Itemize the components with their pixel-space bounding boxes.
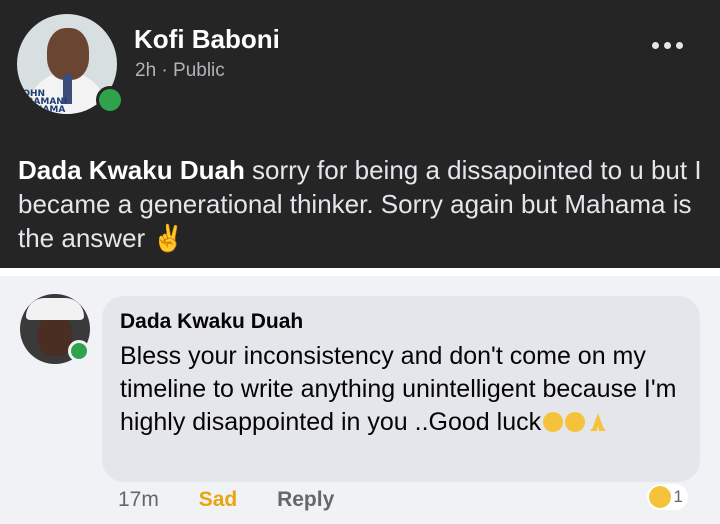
comment-actions: 17m Sad Reply (118, 488, 334, 512)
sad-reaction-icon (648, 486, 671, 508)
post-text: Dada Kwaku Duah sorry for being a dissap… (18, 153, 708, 255)
folded-hands-icon (590, 413, 607, 431)
avatar-hat (26, 298, 84, 320)
post-card: JOHN DRAMANI MAHAMA Kofi Baboni 2h · Pub… (0, 0, 720, 268)
comment-author[interactable]: Dada Kwaku Duah (120, 310, 303, 334)
post-meta: 2h · Public (135, 60, 225, 82)
comment-text-wrap: Bless your inconsistency and don't come … (120, 340, 690, 439)
victory-hand-icon: ✌ (152, 223, 185, 253)
comment-time[interactable]: 17m (118, 488, 159, 511)
comment-bubble: Dada Kwaku Duah Bless your inconsistency… (102, 296, 700, 482)
more-icon[interactable] (652, 36, 700, 56)
post-time[interactable]: 2h (135, 60, 156, 81)
online-dot-icon (96, 86, 124, 114)
post-author-name[interactable]: Kofi Baboni (134, 24, 280, 55)
reaction-count-badge[interactable]: 1 (646, 484, 688, 510)
avatar-face (47, 28, 89, 80)
avatar-face (38, 316, 72, 356)
meta-separator: · (161, 60, 168, 81)
divider (0, 268, 720, 276)
worried-face-icon (543, 412, 564, 432)
reaction-count: 1 (673, 487, 683, 506)
neutral-face-icon (565, 412, 586, 432)
sad-reaction-button[interactable]: Sad (199, 488, 238, 511)
reply-button[interactable]: Reply (277, 488, 334, 511)
mention-link[interactable]: Dada Kwaku Duah (18, 155, 245, 185)
post-visibility: Public (173, 60, 225, 81)
online-dot-icon (68, 340, 90, 362)
avatar-badge-text: JOHN DRAMANI MAHAMA (19, 89, 68, 115)
